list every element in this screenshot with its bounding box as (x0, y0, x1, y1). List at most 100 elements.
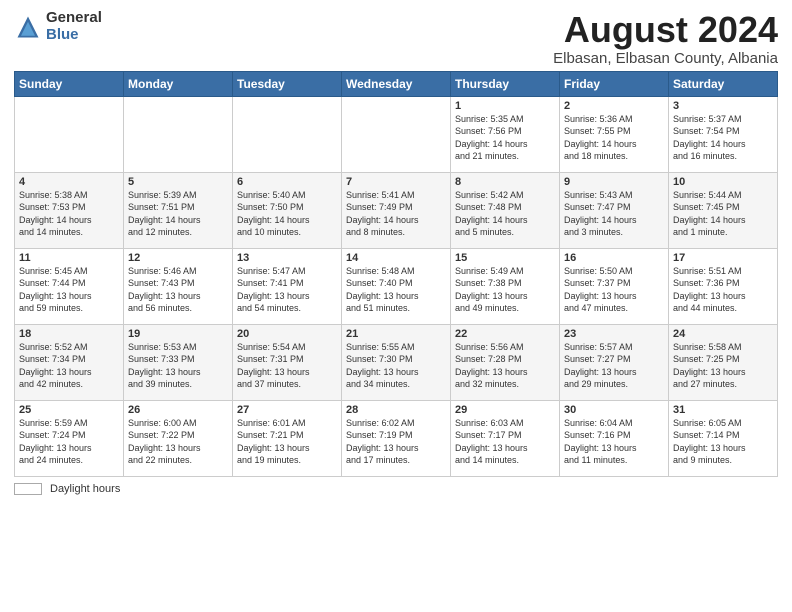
calendar-cell: 25Sunrise: 5:59 AM Sunset: 7:24 PM Dayli… (15, 400, 124, 476)
calendar-week-row: 4Sunrise: 5:38 AM Sunset: 7:53 PM Daylig… (15, 172, 778, 248)
calendar-cell: 14Sunrise: 5:48 AM Sunset: 7:40 PM Dayli… (342, 248, 451, 324)
calendar-cell: 8Sunrise: 5:42 AM Sunset: 7:48 PM Daylig… (451, 172, 560, 248)
calendar-cell: 31Sunrise: 6:05 AM Sunset: 7:14 PM Dayli… (669, 400, 778, 476)
subtitle: Elbasan, Elbasan County, Albania (553, 50, 778, 67)
day-number: 19 (128, 328, 228, 340)
day-info: Sunrise: 5:59 AM Sunset: 7:24 PM Dayligh… (19, 417, 119, 467)
calendar-week-row: 11Sunrise: 5:45 AM Sunset: 7:44 PM Dayli… (15, 248, 778, 324)
calendar-header-tuesday: Tuesday (233, 71, 342, 96)
day-number: 21 (346, 328, 446, 340)
day-number: 10 (673, 176, 773, 188)
day-number: 12 (128, 252, 228, 264)
day-info: Sunrise: 5:35 AM Sunset: 7:56 PM Dayligh… (455, 113, 555, 163)
logo-blue: Blue (46, 27, 102, 44)
day-number: 3 (673, 100, 773, 112)
day-number: 11 (19, 252, 119, 264)
day-info: Sunrise: 6:02 AM Sunset: 7:19 PM Dayligh… (346, 417, 446, 467)
day-info: Sunrise: 5:56 AM Sunset: 7:28 PM Dayligh… (455, 341, 555, 391)
day-number: 18 (19, 328, 119, 340)
day-info: Sunrise: 5:51 AM Sunset: 7:36 PM Dayligh… (673, 265, 773, 315)
day-number: 25 (19, 404, 119, 416)
day-info: Sunrise: 5:52 AM Sunset: 7:34 PM Dayligh… (19, 341, 119, 391)
day-info: Sunrise: 5:58 AM Sunset: 7:25 PM Dayligh… (673, 341, 773, 391)
day-number: 13 (237, 252, 337, 264)
calendar-cell: 5Sunrise: 5:39 AM Sunset: 7:51 PM Daylig… (124, 172, 233, 248)
calendar-cell: 12Sunrise: 5:46 AM Sunset: 7:43 PM Dayli… (124, 248, 233, 324)
day-number: 16 (564, 252, 664, 264)
calendar-cell: 24Sunrise: 5:58 AM Sunset: 7:25 PM Dayli… (669, 324, 778, 400)
calendar-cell: 9Sunrise: 5:43 AM Sunset: 7:47 PM Daylig… (560, 172, 669, 248)
calendar-cell: 18Sunrise: 5:52 AM Sunset: 7:34 PM Dayli… (15, 324, 124, 400)
day-info: Sunrise: 5:45 AM Sunset: 7:44 PM Dayligh… (19, 265, 119, 315)
calendar-cell: 17Sunrise: 5:51 AM Sunset: 7:36 PM Dayli… (669, 248, 778, 324)
calendar-cell: 30Sunrise: 6:04 AM Sunset: 7:16 PM Dayli… (560, 400, 669, 476)
calendar-cell: 3Sunrise: 5:37 AM Sunset: 7:54 PM Daylig… (669, 96, 778, 172)
calendar-header-friday: Friday (560, 71, 669, 96)
day-info: Sunrise: 6:00 AM Sunset: 7:22 PM Dayligh… (128, 417, 228, 467)
calendar-header-wednesday: Wednesday (342, 71, 451, 96)
calendar-header-saturday: Saturday (669, 71, 778, 96)
calendar-header-row: SundayMondayTuesdayWednesdayThursdayFrid… (15, 71, 778, 96)
day-number: 14 (346, 252, 446, 264)
calendar-cell: 23Sunrise: 5:57 AM Sunset: 7:27 PM Dayli… (560, 324, 669, 400)
calendar-cell (233, 96, 342, 172)
daylight-swatch (14, 483, 42, 495)
day-number: 22 (455, 328, 555, 340)
calendar-cell (124, 96, 233, 172)
calendar-cell: 26Sunrise: 6:00 AM Sunset: 7:22 PM Dayli… (124, 400, 233, 476)
calendar-cell: 1Sunrise: 5:35 AM Sunset: 7:56 PM Daylig… (451, 96, 560, 172)
day-number: 9 (564, 176, 664, 188)
day-info: Sunrise: 5:44 AM Sunset: 7:45 PM Dayligh… (673, 189, 773, 239)
daylight-label: Daylight hours (50, 483, 120, 495)
page: General Blue August 2024 Elbasan, Elbasa… (0, 0, 792, 612)
calendar-cell: 2Sunrise: 5:36 AM Sunset: 7:55 PM Daylig… (560, 96, 669, 172)
calendar-header-thursday: Thursday (451, 71, 560, 96)
day-info: Sunrise: 5:43 AM Sunset: 7:47 PM Dayligh… (564, 189, 664, 239)
day-number: 28 (346, 404, 446, 416)
day-info: Sunrise: 5:48 AM Sunset: 7:40 PM Dayligh… (346, 265, 446, 315)
day-info: Sunrise: 5:40 AM Sunset: 7:50 PM Dayligh… (237, 189, 337, 239)
calendar-cell: 11Sunrise: 5:45 AM Sunset: 7:44 PM Dayli… (15, 248, 124, 324)
calendar-week-row: 25Sunrise: 5:59 AM Sunset: 7:24 PM Dayli… (15, 400, 778, 476)
day-number: 7 (346, 176, 446, 188)
calendar-week-row: 1Sunrise: 5:35 AM Sunset: 7:56 PM Daylig… (15, 96, 778, 172)
day-info: Sunrise: 5:47 AM Sunset: 7:41 PM Dayligh… (237, 265, 337, 315)
day-info: Sunrise: 5:37 AM Sunset: 7:54 PM Dayligh… (673, 113, 773, 163)
day-number: 4 (19, 176, 119, 188)
calendar-cell: 7Sunrise: 5:41 AM Sunset: 7:49 PM Daylig… (342, 172, 451, 248)
calendar-cell: 15Sunrise: 5:49 AM Sunset: 7:38 PM Dayli… (451, 248, 560, 324)
day-info: Sunrise: 5:36 AM Sunset: 7:55 PM Dayligh… (564, 113, 664, 163)
calendar-cell: 19Sunrise: 5:53 AM Sunset: 7:33 PM Dayli… (124, 324, 233, 400)
day-info: Sunrise: 5:41 AM Sunset: 7:49 PM Dayligh… (346, 189, 446, 239)
day-number: 29 (455, 404, 555, 416)
day-info: Sunrise: 5:57 AM Sunset: 7:27 PM Dayligh… (564, 341, 664, 391)
calendar-header-sunday: Sunday (15, 71, 124, 96)
day-info: Sunrise: 6:01 AM Sunset: 7:21 PM Dayligh… (237, 417, 337, 467)
calendar-cell: 29Sunrise: 6:03 AM Sunset: 7:17 PM Dayli… (451, 400, 560, 476)
day-number: 30 (564, 404, 664, 416)
calendar-header-monday: Monday (124, 71, 233, 96)
day-number: 6 (237, 176, 337, 188)
day-info: Sunrise: 6:03 AM Sunset: 7:17 PM Dayligh… (455, 417, 555, 467)
calendar-cell: 13Sunrise: 5:47 AM Sunset: 7:41 PM Dayli… (233, 248, 342, 324)
day-number: 27 (237, 404, 337, 416)
day-info: Sunrise: 5:46 AM Sunset: 7:43 PM Dayligh… (128, 265, 228, 315)
calendar-cell: 22Sunrise: 5:56 AM Sunset: 7:28 PM Dayli… (451, 324, 560, 400)
day-info: Sunrise: 5:38 AM Sunset: 7:53 PM Dayligh… (19, 189, 119, 239)
calendar-cell: 6Sunrise: 5:40 AM Sunset: 7:50 PM Daylig… (233, 172, 342, 248)
calendar-cell (342, 96, 451, 172)
logo-icon (14, 13, 42, 41)
logo-text: General Blue (46, 10, 102, 43)
day-number: 8 (455, 176, 555, 188)
calendar-table: SundayMondayTuesdayWednesdayThursdayFrid… (14, 71, 778, 477)
day-number: 26 (128, 404, 228, 416)
day-number: 23 (564, 328, 664, 340)
day-number: 24 (673, 328, 773, 340)
calendar-cell: 16Sunrise: 5:50 AM Sunset: 7:37 PM Dayli… (560, 248, 669, 324)
header: General Blue August 2024 Elbasan, Elbasa… (14, 10, 778, 67)
calendar-week-row: 18Sunrise: 5:52 AM Sunset: 7:34 PM Dayli… (15, 324, 778, 400)
day-number: 20 (237, 328, 337, 340)
day-info: Sunrise: 5:39 AM Sunset: 7:51 PM Dayligh… (128, 189, 228, 239)
day-info: Sunrise: 5:55 AM Sunset: 7:30 PM Dayligh… (346, 341, 446, 391)
day-number: 17 (673, 252, 773, 264)
